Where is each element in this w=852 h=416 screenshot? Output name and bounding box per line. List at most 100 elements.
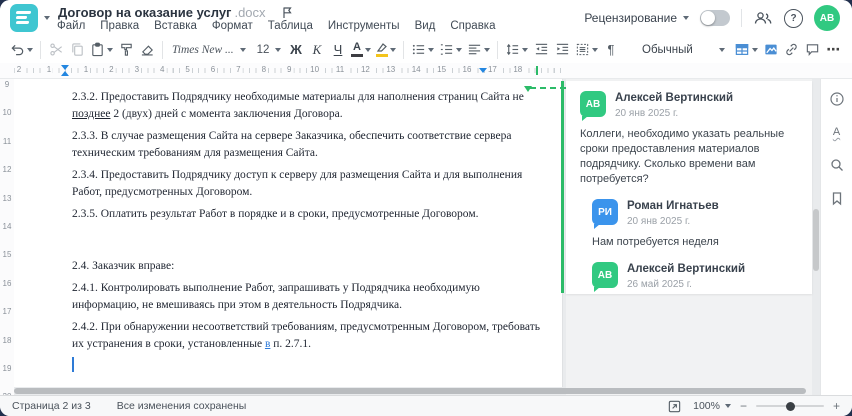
doc-title-ext: .docx (234, 5, 266, 20)
line-spacing-button[interactable] (503, 39, 530, 61)
doc-segment: 2 (двух) дней с момента заключения Догов… (110, 108, 343, 120)
zoom-slider-knob[interactable] (785, 401, 795, 411)
toolbar-more-button[interactable]: ⋯ (824, 39, 844, 61)
review-toggle[interactable] (700, 10, 730, 26)
highlight-color-button[interactable] (374, 39, 398, 61)
clear-style-eraser-button[interactable] (137, 39, 157, 61)
avatar-tail (594, 287, 600, 292)
doc-paragraph[interactable]: 2.4. Заказчик вправе: (72, 258, 522, 275)
comment-item[interactable]: АВ Алексей Вертинский 20 янв 2025 г. Коллег… (580, 91, 798, 187)
insert-image-button[interactable] (761, 39, 781, 61)
app-logo[interactable] (10, 4, 38, 32)
zoom-level-select[interactable]: 100% (693, 400, 731, 412)
horizontal-scrollbar[interactable] (14, 388, 806, 394)
paste-caret-icon[interactable] (107, 47, 113, 52)
insert-link-button[interactable] (782, 39, 802, 61)
doc-paragraph[interactable]: 2.3.4. Предоставить Подрядчику доступ к … (72, 167, 522, 201)
zoom-slider[interactable] (755, 401, 824, 411)
paste-button[interactable] (88, 39, 115, 61)
comment-header: РИ Роман Игнатьев 20 янв 2025 г. (592, 199, 798, 229)
header-divider (741, 9, 742, 27)
comment-date: 20 янв 2025 г. (615, 108, 679, 119)
font-size-select[interactable]: 12 (251, 39, 285, 61)
undo-caret-icon[interactable] (27, 47, 33, 52)
comment-thread-card[interactable]: АВ Алексей Вертинский 20 янв 2025 г. Коллег… (566, 81, 812, 294)
menu-item-Таблица[interactable]: Таблица (268, 20, 313, 32)
comment-reply[interactable]: АВАлексей Вертинский26 май 2025 г.Роман … (592, 262, 798, 294)
menu-item-Инструменты[interactable]: Инструменты (328, 20, 400, 32)
increase-indent-button[interactable] (552, 39, 572, 61)
font-family-value: Times New ... (172, 43, 234, 56)
ruler-number: 15 (435, 65, 449, 74)
font-family-caret-icon (240, 47, 246, 52)
menu-item-Вид[interactable]: Вид (415, 20, 436, 32)
comment-date: 26 май 2025 г. (627, 279, 692, 290)
undo-button[interactable] (8, 39, 35, 61)
doc-segment: п. 2.7.1. (270, 338, 312, 350)
comment-avatar: РИ (592, 199, 618, 229)
spellcheck-icon[interactable]: А (827, 122, 847, 142)
zoom-out-button[interactable]: − (740, 399, 747, 413)
font-family-select[interactable]: Times New ... (168, 39, 250, 61)
fit-width-icon[interactable] (664, 396, 684, 416)
format-painter-button[interactable] (116, 39, 136, 61)
zoom-caret-icon (724, 404, 731, 408)
align-button[interactable] (465, 39, 492, 61)
ruler-number: 6 (208, 65, 218, 74)
logo-menu-caret-icon[interactable] (44, 16, 50, 20)
collaboration-users-icon[interactable] (753, 8, 773, 28)
vertical-scrollbar[interactable] (813, 209, 819, 271)
zoom-in-button[interactable]: + (833, 399, 840, 413)
insert-comment-button[interactable] (803, 39, 823, 61)
favorite-flag-icon[interactable] (281, 6, 293, 19)
comment-avatar-initials: АВ (585, 98, 601, 110)
ruler-number: 16 (2, 278, 12, 288)
bold-button[interactable]: Ж (286, 39, 306, 61)
info-icon[interactable] (827, 89, 847, 109)
menu-item-Справка[interactable]: Справка (450, 20, 495, 32)
menu-item-Формат[interactable]: Формат (212, 20, 253, 32)
zoom-controls: 100% − + (664, 396, 840, 416)
indent-marker-right[interactable] (479, 68, 487, 73)
right-sidebar: А (820, 79, 852, 395)
show-paragraph-marks-button[interactable]: ¶ (601, 39, 621, 61)
paragraph-style-select[interactable]: Обычный (636, 39, 731, 61)
search-icon[interactable] (827, 155, 847, 175)
menu-item-Файл[interactable]: Файл (57, 20, 85, 32)
indent-marker-left[interactable] (61, 65, 69, 76)
ruler-number: 17 (485, 65, 499, 74)
help-icon[interactable]: ? (784, 8, 803, 28)
ruler-number: 18 (2, 335, 12, 345)
font-color-button[interactable]: А (349, 39, 373, 61)
numbered-list-button[interactable] (437, 39, 464, 61)
bullet-list-button[interactable] (409, 39, 436, 61)
bookmark-icon[interactable] (827, 188, 847, 208)
paragraph-borders-button[interactable] (573, 39, 600, 61)
decrease-indent-button[interactable] (531, 39, 551, 61)
doc-segment: 2.3.2. Предоставить Подрядчику необходим… (72, 91, 524, 103)
copy-button[interactable] (67, 39, 87, 61)
comment-reply[interactable]: РИ Роман Игнатьев 20 янв 2025 г. Нам потреб… (592, 199, 798, 250)
menu-item-Вставка[interactable]: Вставка (154, 20, 197, 32)
align-caret-icon (484, 47, 490, 52)
doc-segment: их устранения в сроки, установленные (72, 338, 265, 350)
review-mode-button[interactable]: Рецензирование (584, 11, 689, 25)
italic-button[interactable]: К (307, 39, 327, 61)
ruler-number: 17 (2, 307, 12, 317)
cut-button[interactable] (46, 39, 66, 61)
doc-paragraph[interactable]: 2.3.5. Оплатить результат Работ в порядк… (72, 206, 522, 223)
menu-item-Правка[interactable]: Правка (100, 20, 139, 32)
horizontal-ruler[interactable]: 2 1 1 2 3 4 5 6 7 8 9 10 11 12 13 14 15 16 17 18 (0, 63, 852, 79)
insert-table-button[interactable] (732, 39, 760, 61)
document-page[interactable]: 2.3.2. Предоставить Подрядчику необходим… (14, 79, 576, 387)
doc-paragraph[interactable]: 2.4.1. Контролировать выполнение Работ, … (72, 280, 522, 314)
doc-paragraph[interactable]: 2.4.2. При обнаружении несоответствий тр… (72, 319, 540, 353)
page-indicator[interactable]: Страница 2 из 3 (12, 400, 91, 412)
user-avatar[interactable]: АВ (814, 5, 840, 31)
document-content[interactable]: 2.3.2. Предоставить Подрядчику необходим… (14, 79, 562, 353)
doc-paragraph[interactable]: 2.3.2. Предоставить Подрядчику необходим… (72, 89, 524, 123)
vertical-ruler[interactable]: 91011121314151617181920 (0, 79, 14, 395)
toolbar-divider (497, 40, 498, 59)
underline-button[interactable]: Ч (328, 39, 348, 61)
doc-paragraph[interactable]: 2.3.3. В случае размещения Сайта на серв… (72, 128, 522, 162)
